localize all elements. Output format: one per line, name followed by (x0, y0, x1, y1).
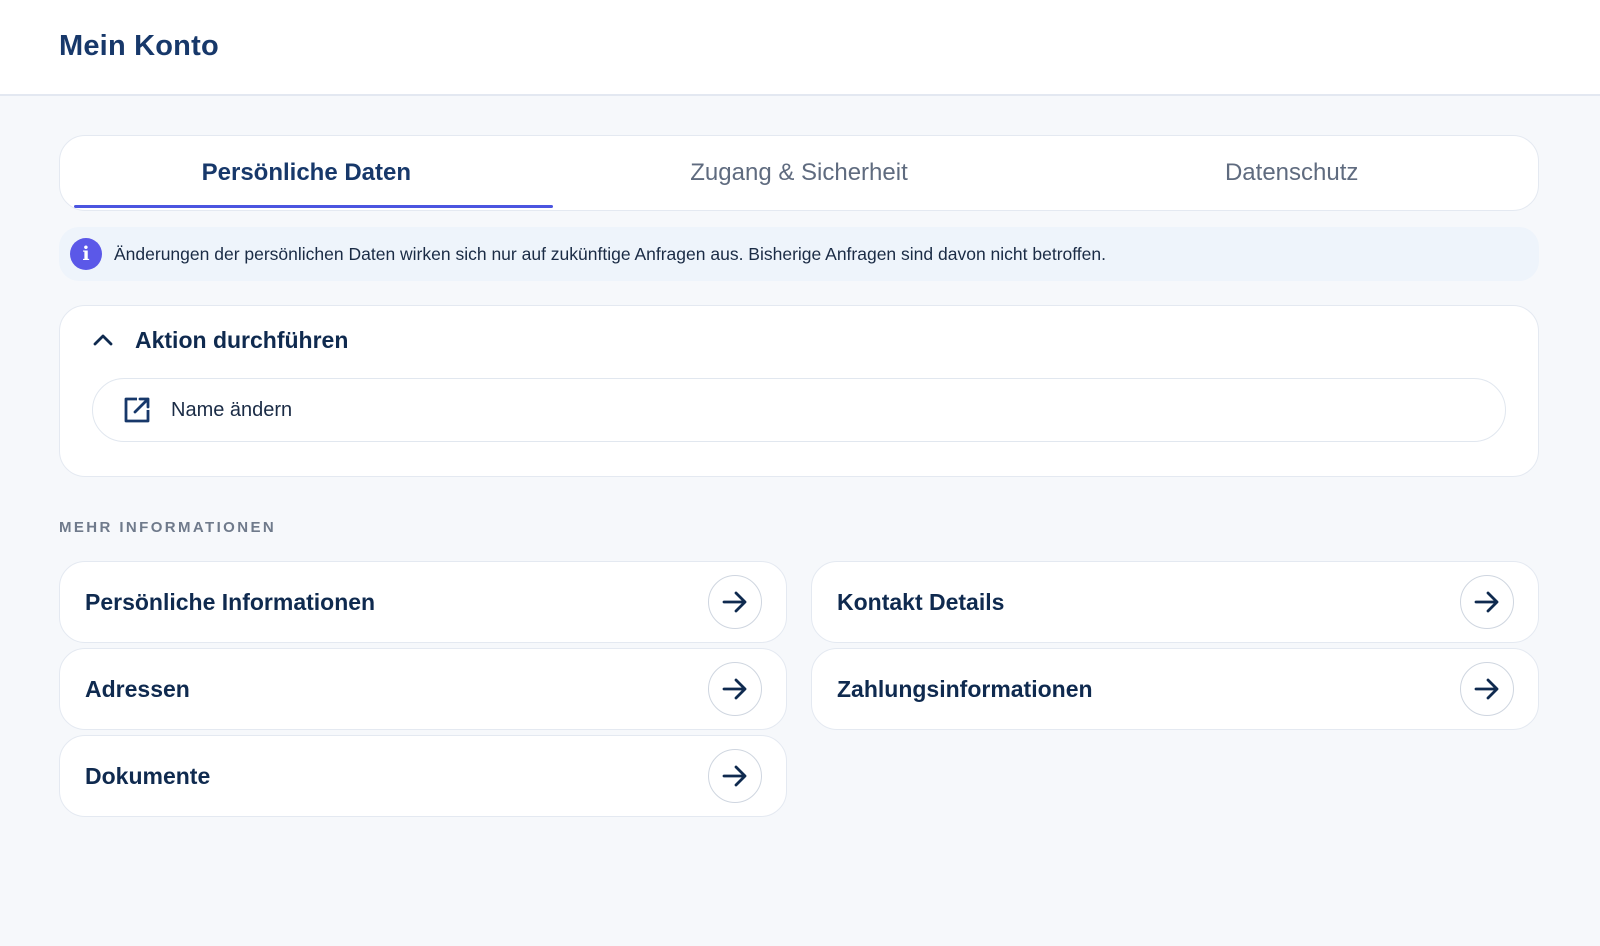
chevron-up-icon (93, 330, 113, 350)
tab-datenschutz[interactable]: Datenschutz (1045, 136, 1538, 210)
link-label: Zahlungsinformationen (837, 675, 1093, 702)
action-panel-title: Aktion durchführen (135, 326, 349, 353)
section-label-more-info: MEHR INFORMATIONEN (59, 519, 277, 536)
tab-persoenliche-daten[interactable]: Persönliche Daten (60, 136, 553, 210)
arrow-right-icon[interactable] (1460, 662, 1514, 716)
link-dokumente[interactable]: Dokumente (59, 735, 787, 817)
info-text: Änderungen der persönlichen Daten wirken… (114, 243, 1106, 264)
page-title: Mein Konto (59, 30, 219, 62)
link-kontakt-details[interactable]: Kontakt Details (811, 561, 1539, 643)
link-zahlungsinformationen[interactable]: Zahlungsinformationen (811, 648, 1539, 730)
arrow-right-icon[interactable] (708, 575, 762, 629)
link-label: Dokumente (85, 762, 211, 789)
link-label: Persönliche Informationen (85, 588, 376, 615)
tab-bar: Persönliche Daten Zugang & Sicherheit Da… (59, 135, 1539, 211)
external-link-icon (121, 394, 153, 426)
link-adressen[interactable]: Adressen (59, 648, 787, 730)
action-panel-toggle[interactable]: Aktion durchführen (60, 306, 1538, 374)
link-label: Adressen (85, 675, 190, 702)
arrow-right-icon[interactable] (708, 662, 762, 716)
tab-zugang-sicherheit[interactable]: Zugang & Sicherheit (553, 136, 1046, 210)
info-icon: i (70, 238, 102, 270)
info-banner: i Änderungen der persönlichen Daten wirk… (59, 227, 1539, 281)
arrow-right-icon[interactable] (708, 749, 762, 803)
arrow-right-icon[interactable] (1460, 575, 1514, 629)
change-name-label: Name ändern (171, 398, 293, 421)
page-header: Mein Konto (0, 0, 1600, 96)
link-label: Kontakt Details (837, 588, 1005, 615)
change-name-button[interactable]: Name ändern (92, 378, 1506, 442)
action-panel: Aktion durchführen Name ändern (59, 305, 1539, 477)
link-persoenliche-informationen[interactable]: Persönliche Informationen (59, 561, 787, 643)
